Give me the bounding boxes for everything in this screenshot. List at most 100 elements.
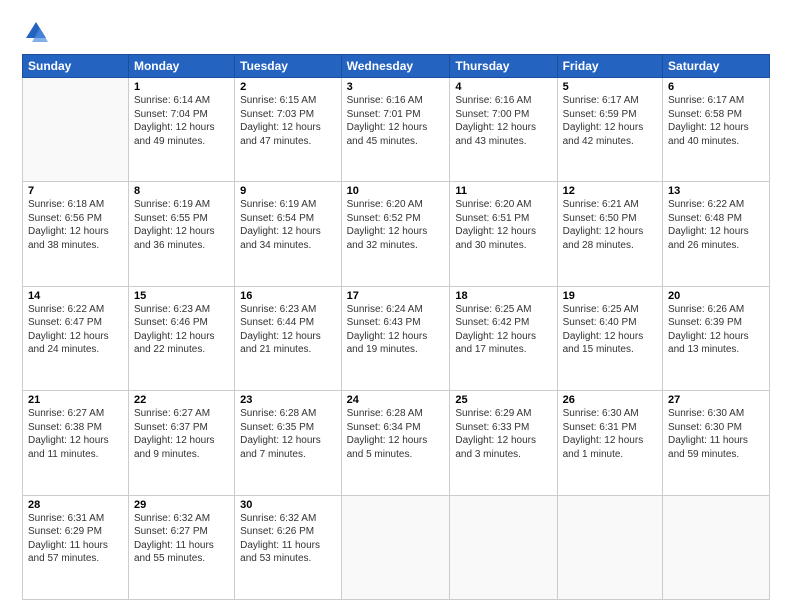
day-number: 13 xyxy=(668,185,764,197)
weekday-header: Thursday xyxy=(450,55,557,78)
calendar-cell: 13Sunrise: 6:22 AM Sunset: 6:48 PM Dayli… xyxy=(663,182,770,286)
day-number: 16 xyxy=(240,290,335,302)
calendar-cell: 15Sunrise: 6:23 AM Sunset: 6:46 PM Dayli… xyxy=(128,286,234,390)
day-number: 21 xyxy=(28,394,123,406)
day-info: Sunrise: 6:15 AM Sunset: 7:03 PM Dayligh… xyxy=(240,94,335,148)
weekday-header: Tuesday xyxy=(235,55,341,78)
calendar-cell: 24Sunrise: 6:28 AM Sunset: 6:34 PM Dayli… xyxy=(341,391,450,495)
calendar-cell: 2Sunrise: 6:15 AM Sunset: 7:03 PM Daylig… xyxy=(235,78,341,182)
day-number: 30 xyxy=(240,499,335,511)
header xyxy=(22,18,770,46)
day-number: 23 xyxy=(240,394,335,406)
day-info: Sunrise: 6:14 AM Sunset: 7:04 PM Dayligh… xyxy=(134,94,229,148)
day-info: Sunrise: 6:20 AM Sunset: 6:51 PM Dayligh… xyxy=(455,198,551,252)
day-info: Sunrise: 6:21 AM Sunset: 6:50 PM Dayligh… xyxy=(563,198,657,252)
day-info: Sunrise: 6:28 AM Sunset: 6:34 PM Dayligh… xyxy=(347,407,445,461)
day-number: 15 xyxy=(134,290,229,302)
day-info: Sunrise: 6:23 AM Sunset: 6:46 PM Dayligh… xyxy=(134,303,229,357)
day-number: 4 xyxy=(455,81,551,93)
calendar-cell: 23Sunrise: 6:28 AM Sunset: 6:35 PM Dayli… xyxy=(235,391,341,495)
day-info: Sunrise: 6:31 AM Sunset: 6:29 PM Dayligh… xyxy=(28,512,123,566)
day-info: Sunrise: 6:18 AM Sunset: 6:56 PM Dayligh… xyxy=(28,198,123,252)
day-number: 2 xyxy=(240,81,335,93)
calendar-cell: 21Sunrise: 6:27 AM Sunset: 6:38 PM Dayli… xyxy=(23,391,129,495)
day-number: 10 xyxy=(347,185,445,197)
logo xyxy=(22,18,54,46)
calendar-cell: 9Sunrise: 6:19 AM Sunset: 6:54 PM Daylig… xyxy=(235,182,341,286)
calendar-cell: 28Sunrise: 6:31 AM Sunset: 6:29 PM Dayli… xyxy=(23,495,129,599)
calendar-cell: 10Sunrise: 6:20 AM Sunset: 6:52 PM Dayli… xyxy=(341,182,450,286)
day-number: 28 xyxy=(28,499,123,511)
day-info: Sunrise: 6:25 AM Sunset: 6:42 PM Dayligh… xyxy=(455,303,551,357)
calendar-table: SundayMondayTuesdayWednesdayThursdayFrid… xyxy=(22,54,770,600)
calendar-cell: 26Sunrise: 6:30 AM Sunset: 6:31 PM Dayli… xyxy=(557,391,662,495)
calendar-cell: 18Sunrise: 6:25 AM Sunset: 6:42 PM Dayli… xyxy=(450,286,557,390)
calendar-cell xyxy=(663,495,770,599)
calendar-cell: 1Sunrise: 6:14 AM Sunset: 7:04 PM Daylig… xyxy=(128,78,234,182)
calendar-cell: 30Sunrise: 6:32 AM Sunset: 6:26 PM Dayli… xyxy=(235,495,341,599)
calendar-header-row: SundayMondayTuesdayWednesdayThursdayFrid… xyxy=(23,55,770,78)
day-number: 3 xyxy=(347,81,445,93)
day-info: Sunrise: 6:19 AM Sunset: 6:54 PM Dayligh… xyxy=(240,198,335,252)
day-info: Sunrise: 6:32 AM Sunset: 6:26 PM Dayligh… xyxy=(240,512,335,566)
weekday-header: Sunday xyxy=(23,55,129,78)
day-info: Sunrise: 6:16 AM Sunset: 7:00 PM Dayligh… xyxy=(455,94,551,148)
day-number: 14 xyxy=(28,290,123,302)
day-info: Sunrise: 6:27 AM Sunset: 6:37 PM Dayligh… xyxy=(134,407,229,461)
day-info: Sunrise: 6:22 AM Sunset: 6:47 PM Dayligh… xyxy=(28,303,123,357)
day-number: 6 xyxy=(668,81,764,93)
day-info: Sunrise: 6:17 AM Sunset: 6:59 PM Dayligh… xyxy=(563,94,657,148)
day-number: 22 xyxy=(134,394,229,406)
calendar-cell: 19Sunrise: 6:25 AM Sunset: 6:40 PM Dayli… xyxy=(557,286,662,390)
calendar-cell: 3Sunrise: 6:16 AM Sunset: 7:01 PM Daylig… xyxy=(341,78,450,182)
calendar-cell: 4Sunrise: 6:16 AM Sunset: 7:00 PM Daylig… xyxy=(450,78,557,182)
day-number: 12 xyxy=(563,185,657,197)
day-info: Sunrise: 6:22 AM Sunset: 6:48 PM Dayligh… xyxy=(668,198,764,252)
calendar-cell: 14Sunrise: 6:22 AM Sunset: 6:47 PM Dayli… xyxy=(23,286,129,390)
weekday-header: Friday xyxy=(557,55,662,78)
day-info: Sunrise: 6:20 AM Sunset: 6:52 PM Dayligh… xyxy=(347,198,445,252)
weekday-header: Saturday xyxy=(663,55,770,78)
calendar-cell: 25Sunrise: 6:29 AM Sunset: 6:33 PM Dayli… xyxy=(450,391,557,495)
day-info: Sunrise: 6:16 AM Sunset: 7:01 PM Dayligh… xyxy=(347,94,445,148)
calendar-week-row: 1Sunrise: 6:14 AM Sunset: 7:04 PM Daylig… xyxy=(23,78,770,182)
calendar-cell: 8Sunrise: 6:19 AM Sunset: 6:55 PM Daylig… xyxy=(128,182,234,286)
day-number: 24 xyxy=(347,394,445,406)
calendar-cell: 5Sunrise: 6:17 AM Sunset: 6:59 PM Daylig… xyxy=(557,78,662,182)
day-number: 25 xyxy=(455,394,551,406)
logo-icon xyxy=(22,18,50,46)
calendar-week-row: 14Sunrise: 6:22 AM Sunset: 6:47 PM Dayli… xyxy=(23,286,770,390)
calendar-cell: 11Sunrise: 6:20 AM Sunset: 6:51 PM Dayli… xyxy=(450,182,557,286)
day-number: 18 xyxy=(455,290,551,302)
calendar-week-row: 28Sunrise: 6:31 AM Sunset: 6:29 PM Dayli… xyxy=(23,495,770,599)
day-info: Sunrise: 6:32 AM Sunset: 6:27 PM Dayligh… xyxy=(134,512,229,566)
calendar-cell: 27Sunrise: 6:30 AM Sunset: 6:30 PM Dayli… xyxy=(663,391,770,495)
day-info: Sunrise: 6:26 AM Sunset: 6:39 PM Dayligh… xyxy=(668,303,764,357)
day-info: Sunrise: 6:23 AM Sunset: 6:44 PM Dayligh… xyxy=(240,303,335,357)
calendar-cell: 6Sunrise: 6:17 AM Sunset: 6:58 PM Daylig… xyxy=(663,78,770,182)
day-number: 9 xyxy=(240,185,335,197)
day-info: Sunrise: 6:27 AM Sunset: 6:38 PM Dayligh… xyxy=(28,407,123,461)
page: SundayMondayTuesdayWednesdayThursdayFrid… xyxy=(0,0,792,612)
day-info: Sunrise: 6:30 AM Sunset: 6:31 PM Dayligh… xyxy=(563,407,657,461)
day-info: Sunrise: 6:29 AM Sunset: 6:33 PM Dayligh… xyxy=(455,407,551,461)
calendar-cell: 20Sunrise: 6:26 AM Sunset: 6:39 PM Dayli… xyxy=(663,286,770,390)
day-info: Sunrise: 6:24 AM Sunset: 6:43 PM Dayligh… xyxy=(347,303,445,357)
day-number: 20 xyxy=(668,290,764,302)
day-number: 11 xyxy=(455,185,551,197)
day-number: 17 xyxy=(347,290,445,302)
day-number: 1 xyxy=(134,81,229,93)
calendar-cell: 7Sunrise: 6:18 AM Sunset: 6:56 PM Daylig… xyxy=(23,182,129,286)
calendar-cell: 16Sunrise: 6:23 AM Sunset: 6:44 PM Dayli… xyxy=(235,286,341,390)
day-info: Sunrise: 6:19 AM Sunset: 6:55 PM Dayligh… xyxy=(134,198,229,252)
day-number: 7 xyxy=(28,185,123,197)
calendar-cell xyxy=(557,495,662,599)
calendar-cell: 29Sunrise: 6:32 AM Sunset: 6:27 PM Dayli… xyxy=(128,495,234,599)
day-number: 8 xyxy=(134,185,229,197)
day-info: Sunrise: 6:17 AM Sunset: 6:58 PM Dayligh… xyxy=(668,94,764,148)
calendar-cell: 22Sunrise: 6:27 AM Sunset: 6:37 PM Dayli… xyxy=(128,391,234,495)
weekday-header: Monday xyxy=(128,55,234,78)
calendar-cell xyxy=(450,495,557,599)
day-number: 19 xyxy=(563,290,657,302)
day-number: 29 xyxy=(134,499,229,511)
